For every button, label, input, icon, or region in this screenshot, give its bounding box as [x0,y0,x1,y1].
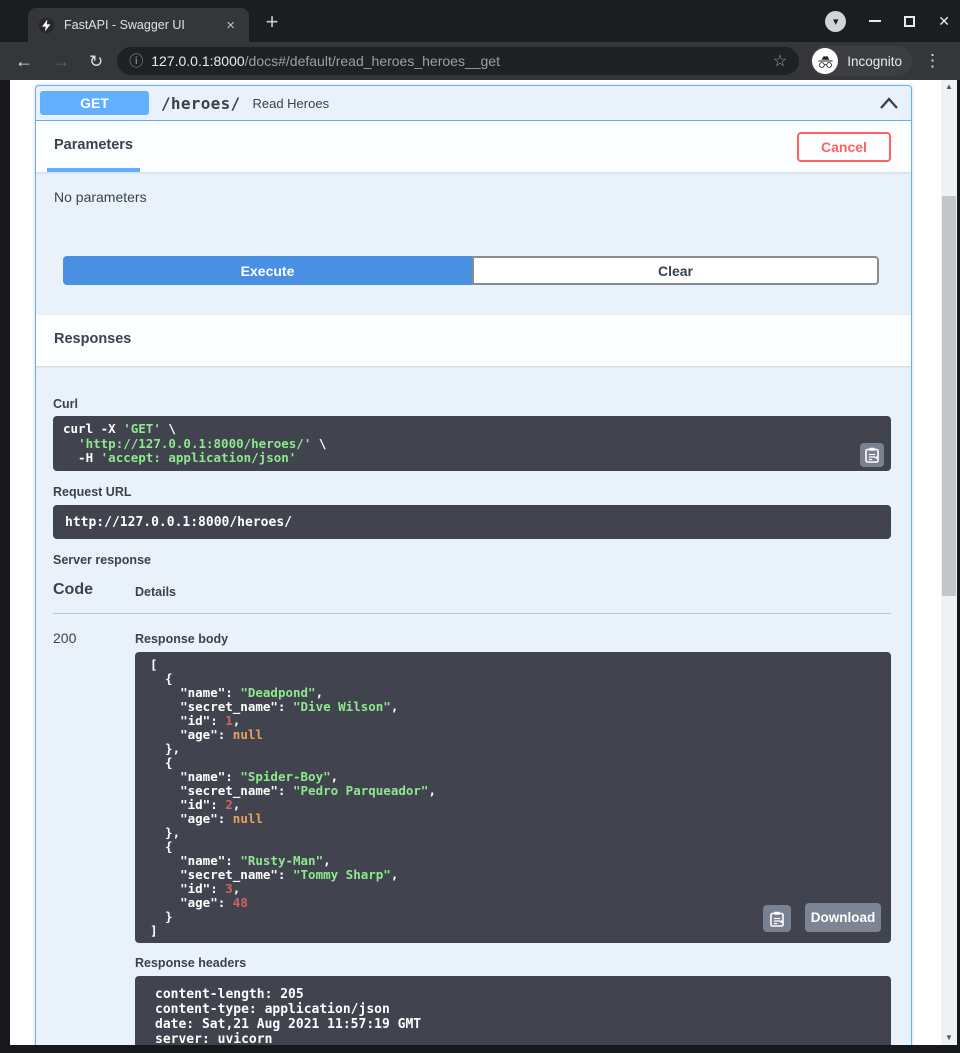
response-headers-block: content-length: 205 content-type: applic… [135,976,891,1045]
response-details: Response body [ { "name": "Deadpond", "s… [135,630,891,1045]
cancel-button[interactable]: Cancel [797,132,891,162]
collapse-chevron-icon[interactable] [879,96,899,110]
site-info-icon[interactable]: ⓘ [129,51,143,71]
tab-title: FastAPI - Swagger UI [64,18,222,32]
download-button[interactable]: Download [805,903,881,932]
page-viewport: GET /heroes/ Read Heroes Parameters Canc… [10,80,957,1045]
request-url-value: http://127.0.0.1:8000/heroes/ [65,515,292,530]
endpoint-path: /heroes/ [161,94,240,113]
url-text[interactable]: 127.0.0.1:8000/docs#/default/read_heroes… [151,53,767,69]
page-scrollbar[interactable]: ▲ ▼ [941,80,957,1045]
url-path: /docs#/default/read_heroes_heroes__get [245,53,500,69]
parameters-title: Parameters [54,137,133,153]
parameters-body: No parameters Execute Clear [36,172,911,315]
new-tab-button[interactable]: + [257,7,287,37]
url-bar[interactable]: ⓘ 127.0.0.1:8000/docs#/default/read_hero… [117,47,799,75]
responses-title: Responses [54,331,131,347]
execute-row: Execute Clear [63,256,879,285]
code-column-header: Code [53,581,135,599]
request-url-block: http://127.0.0.1:8000/heroes/ [53,505,891,539]
copy-curl-button[interactable] [860,443,884,467]
browser-toolbar: ← → ↻ ⓘ 127.0.0.1:8000/docs#/default/rea… [0,42,960,80]
scroll-down-icon[interactable]: ▼ [941,1033,957,1043]
browser-tab[interactable]: FastAPI - Swagger UI × [28,8,249,42]
bookmark-star-icon[interactable]: ☆ [773,51,787,71]
scrollbar-thumb[interactable] [942,196,956,596]
url-host: 127.0.0.1:8000 [151,53,244,69]
copy-response-button[interactable] [763,905,791,932]
browser-update-icon[interactable]: ▾ [825,11,846,32]
response-headers-text: content-length: 205 content-type: applic… [155,987,881,1045]
details-column-header: Details [135,585,176,599]
request-url-label: Request URL [53,485,891,499]
incognito-label: Incognito [847,54,902,69]
window-close-button[interactable]: ✕ [938,14,950,28]
responses-header: Responses [36,315,911,366]
method-badge: GET [40,91,149,115]
fastapi-favicon-icon [38,17,55,34]
response-body-json: [ { "name": "Deadpond", "secret_name": "… [150,658,881,938]
swagger-ui: GET /heroes/ Read Heroes Parameters Canc… [35,85,912,1045]
incognito-icon [812,48,838,74]
responses-inner: Curl curl -X 'GET' \ 'http://127.0.0.1:8… [36,366,911,1045]
curl-command: curl -X 'GET' \ 'http://127.0.0.1:8000/h… [63,422,881,466]
menu-dots-icon[interactable]: ⋮ [924,51,941,71]
response-body-block: [ { "name": "Deadpond", "secret_name": "… [135,652,891,943]
status-code: 200 [53,630,135,1045]
reload-icon[interactable]: ↻ [89,53,103,70]
incognito-badge: Incognito [810,46,912,76]
curl-label: Curl [53,397,891,411]
window-controls: ▾ ✕ [825,0,950,42]
responses-table-head: Code Details [53,581,891,614]
response-row: 200 Response body [ { "name": "Deadpond"… [53,630,891,1045]
no-parameters-text: No parameters [54,189,147,205]
scroll-up-icon[interactable]: ▲ [941,82,957,92]
response-body-label: Response body [135,632,891,646]
responses-table: Code Details 200 Response body [ { "name… [53,581,891,1045]
execute-button[interactable]: Execute [63,256,472,285]
minimize-button[interactable] [869,20,881,22]
parameters-header: Parameters Cancel [36,121,911,172]
tab-close-icon[interactable]: × [222,16,239,35]
browser-window: FastAPI - Swagger UI × + ▾ ✕ ← → ↻ ⓘ 127… [0,0,960,1053]
response-headers-label: Response headers [135,956,891,970]
forward-icon: → [52,52,70,70]
clear-button[interactable]: Clear [472,256,879,285]
maximize-button[interactable] [904,16,915,27]
opblock-get-heroes: GET /heroes/ Read Heroes Parameters Canc… [35,85,912,1045]
curl-block: curl -X 'GET' \ 'http://127.0.0.1:8000/h… [53,416,891,471]
tab-strip: FastAPI - Swagger UI × + ▾ ✕ [0,0,960,42]
endpoint-summary: Read Heroes [252,96,329,111]
opblock-summary[interactable]: GET /heroes/ Read Heroes [36,86,911,121]
back-icon[interactable]: ← [15,52,33,70]
server-response-label: Server response [53,553,891,567]
